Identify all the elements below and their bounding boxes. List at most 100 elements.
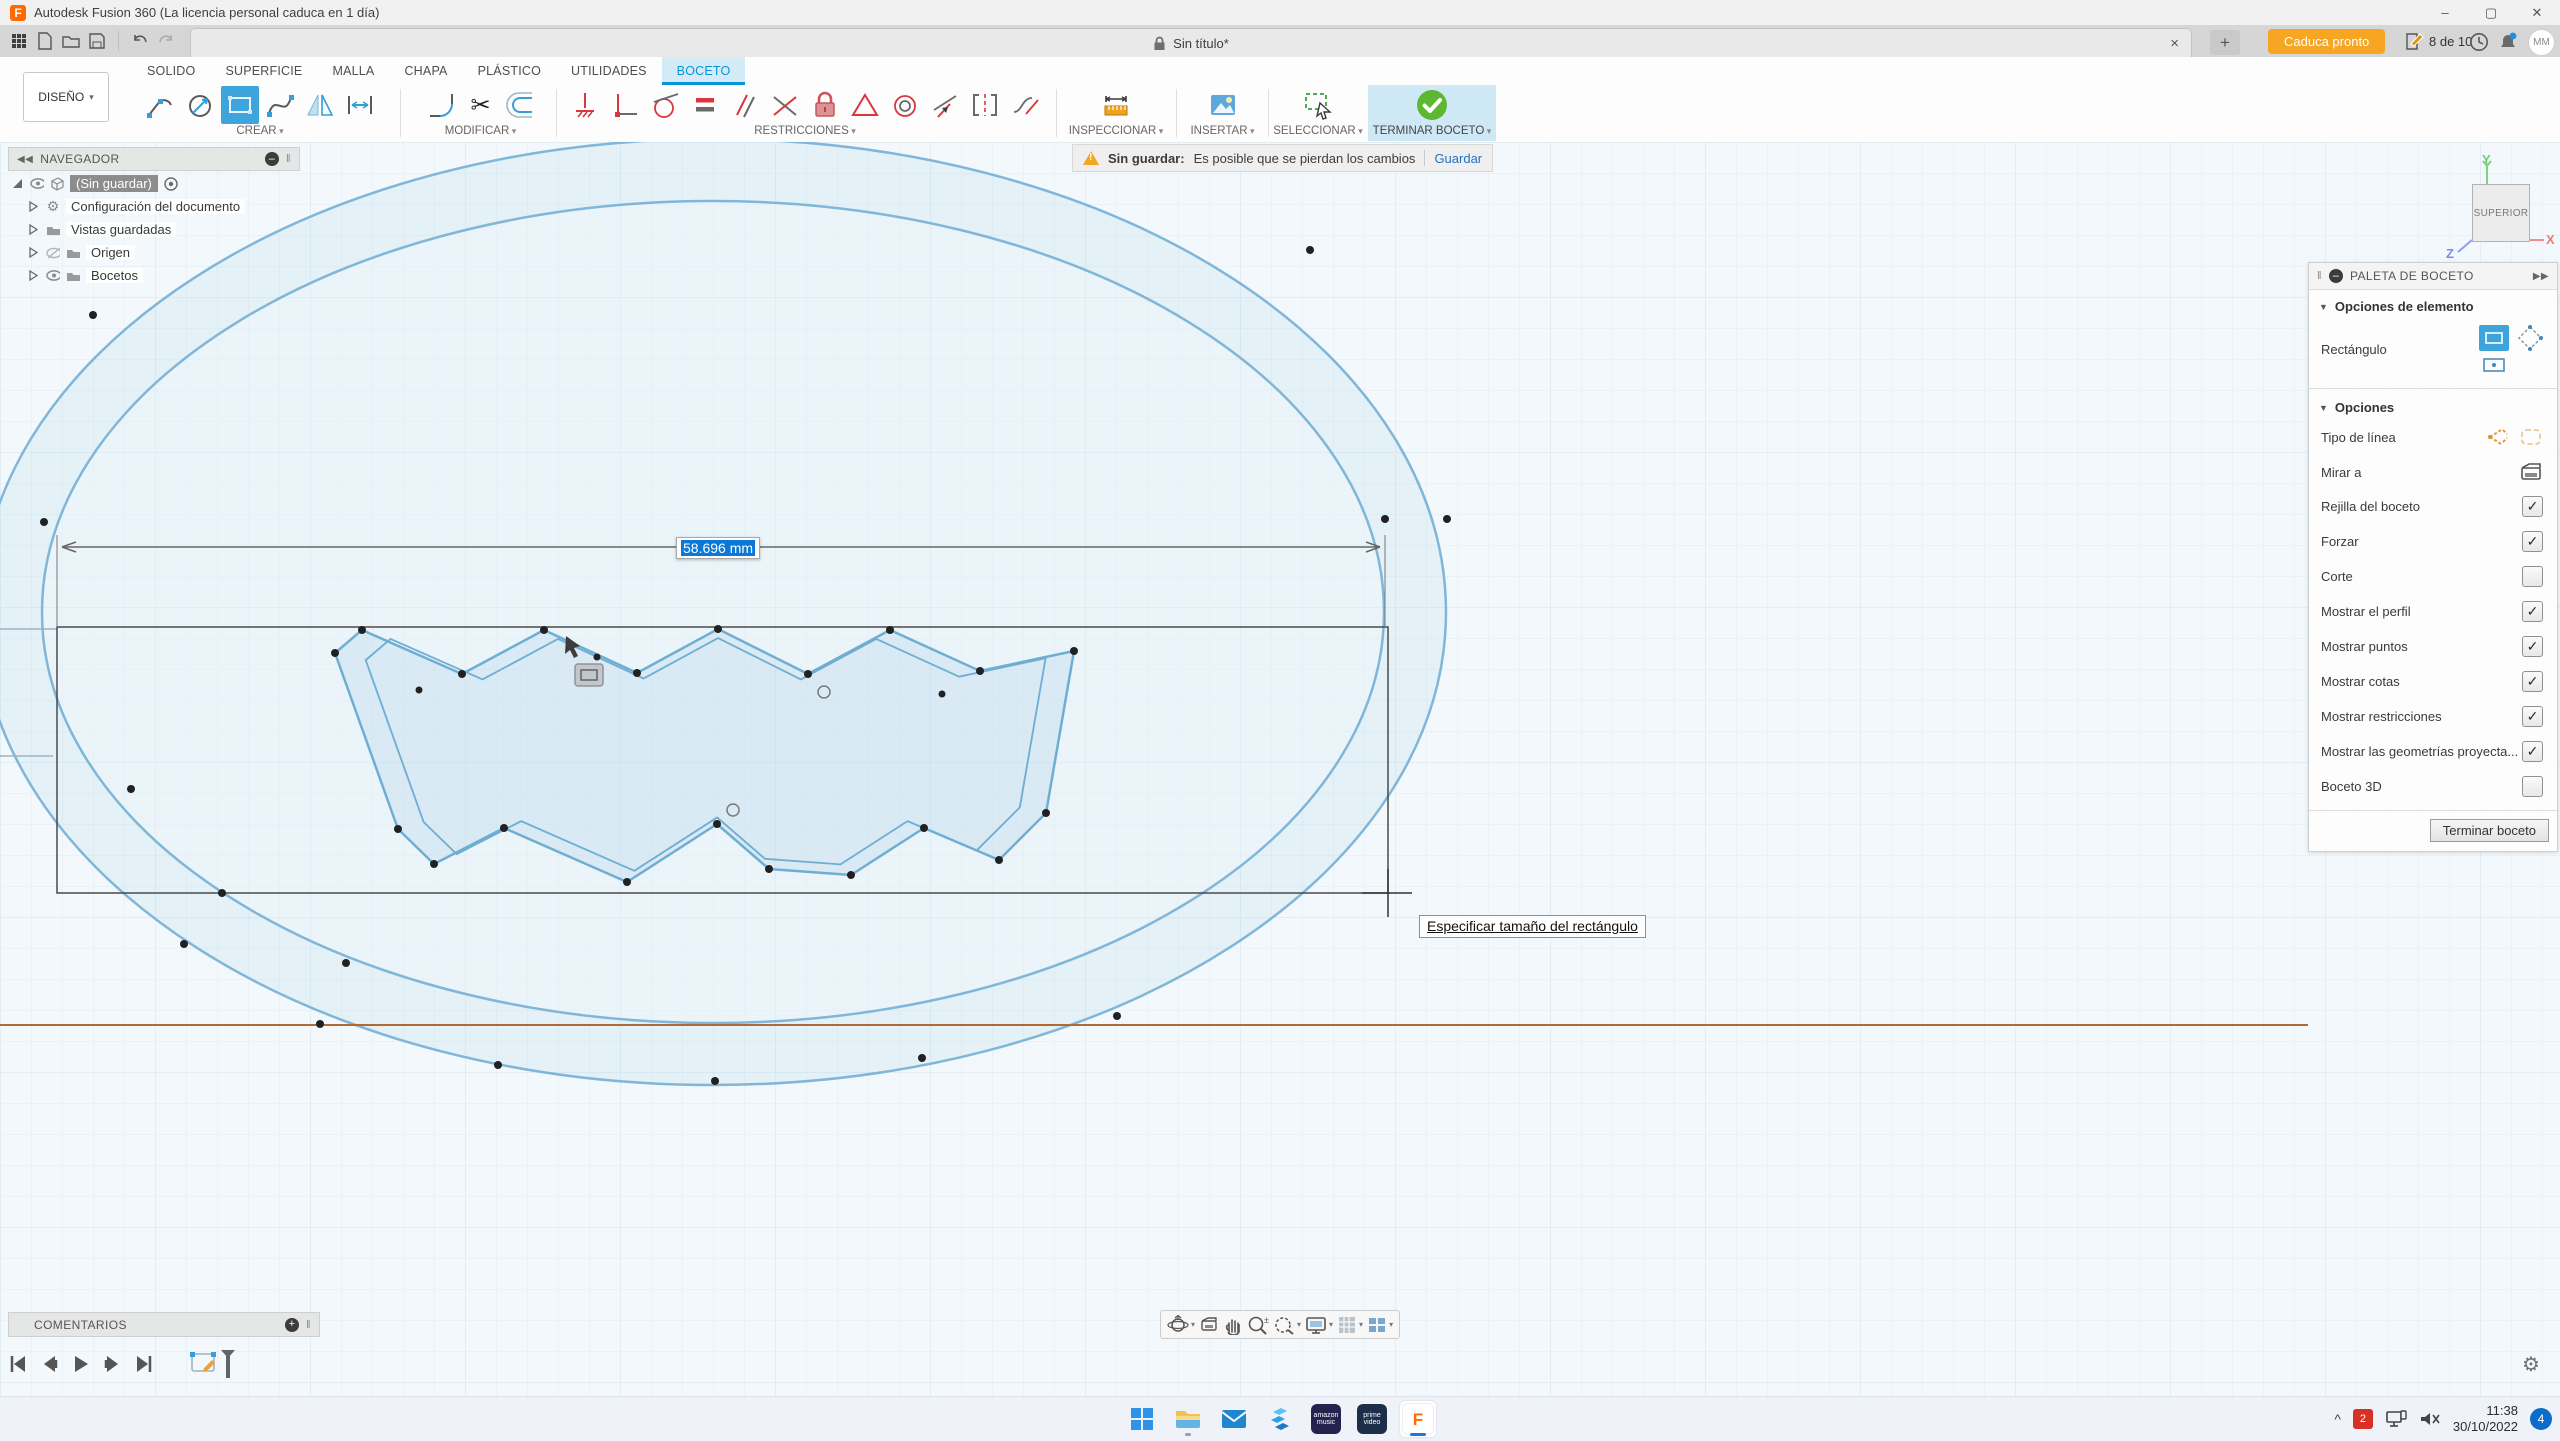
fit-icon[interactable]: ▾ [1273,1315,1301,1335]
display-settings-icon[interactable]: ▾ [1305,1315,1333,1335]
checkbox[interactable]: ✓ [2522,531,2543,552]
checkbox[interactable]: ✓ [2522,706,2543,727]
collapse-right-icon[interactable]: ▶▶ [2533,271,2549,282]
checkbox[interactable]: ✓ [2522,671,2543,692]
skip-end-icon[interactable] [136,1354,154,1374]
rectangle-tool-icon[interactable] [221,86,259,124]
tray-app-badge[interactable]: 2 [2353,1409,2373,1429]
panel-grip[interactable]: ‖ [2317,270,2322,282]
taskbar-clock[interactable]: 11:38 30/10/2022 [2453,1403,2518,1436]
license-expire-button[interactable]: Caduca pronto [2268,29,2385,54]
fusion360-taskbar-icon[interactable]: F [1400,1401,1436,1437]
blue-blocks-app-icon[interactable] [1262,1401,1298,1437]
sketch-canvas[interactable]: Sin guardar: Es posible que se pierdan l… [0,142,2560,1396]
group-terminar-boceto[interactable]: TERMINAR BOCETO [1368,85,1496,141]
avatar[interactable]: MM [2528,29,2555,56]
viewcube[interactable]: Y X Z SUPERIOR [2440,160,2555,260]
clock-icon[interactable] [2467,30,2490,53]
checkbox[interactable]: ✓ [2522,776,2543,797]
offset-tool-icon[interactable] [502,86,540,124]
section-options[interactable]: ▼Opciones [2309,391,2557,419]
app-grid-icon[interactable] [6,29,32,53]
constraint-parallel-icon[interactable] [726,86,764,124]
panel-plus-icon[interactable]: + [285,1318,299,1332]
tray-chevron-icon[interactable]: ^ [2334,1411,2341,1427]
zoom-icon[interactable]: ± [1247,1315,1269,1335]
mail-icon[interactable] [1216,1401,1252,1437]
collapse-arrow-icon[interactable] [26,247,40,258]
close-tab-icon[interactable]: × [2170,35,2179,52]
start-button[interactable] [1124,1401,1160,1437]
constraint-perpendicular-icon[interactable] [606,86,644,124]
panel-grip[interactable]: ‖ [286,153,291,165]
rectangle-center-icon[interactable] [2482,357,2506,373]
save-icon[interactable] [84,29,110,53]
notifications-bell-icon[interactable] [2496,30,2519,53]
construction-line-icon[interactable] [2487,426,2511,448]
tree-item-saved-views[interactable]: Vistas guardadas [26,218,245,241]
minimize-button[interactable]: – [2422,0,2468,25]
prime-video-icon[interactable]: primevideo [1354,1401,1390,1437]
tree-item-sketches[interactable]: Bocetos [26,264,245,287]
tab-boceto[interactable]: BOCETO [662,57,746,85]
palette-header[interactable]: ‖ – PALETA DE BOCETO ▶▶ [2309,263,2557,290]
constraint-concentric-icon[interactable] [886,86,924,124]
collapse-arrow-icon[interactable] [26,224,40,235]
measure-icon[interactable] [1097,86,1135,124]
eye-icon[interactable] [46,270,60,281]
viewports-icon[interactable]: ▾ [1367,1316,1393,1334]
viewcube-face-top[interactable]: SUPERIOR [2472,184,2530,242]
open-folder-icon[interactable] [58,29,84,53]
constraint-symmetry-icon[interactable] [966,86,1004,124]
redo-icon[interactable] [153,29,179,53]
notification-count-badge[interactable]: 4 [2530,1408,2552,1430]
volume-muted-icon[interactable] [2419,1411,2441,1427]
mirror-tool-icon[interactable] [301,86,339,124]
tab-solido[interactable]: SOLIDO [132,57,210,85]
tab-utilidades[interactable]: UTILIDADES [556,57,662,85]
finish-sketch-icon[interactable] [1413,86,1451,124]
timeline-marker[interactable] [190,1348,236,1380]
skip-start-icon[interactable] [8,1354,26,1374]
look-at-icon[interactable] [2519,462,2543,482]
preferences-gear-icon[interactable]: ⚙ [2522,1352,2540,1377]
constraint-collinear-icon[interactable] [926,86,964,124]
select-icon[interactable] [1299,86,1337,124]
step-back-icon[interactable] [40,1354,58,1374]
constraint-tangent-icon[interactable] [646,86,684,124]
eye-icon[interactable] [30,178,44,189]
collapse-left-icon[interactable]: ◀◀ [17,154,33,165]
checkbox[interactable]: ✓ [2522,566,2543,587]
constraint-equal-icon[interactable] [686,86,724,124]
constraint-curvature-icon[interactable] [1006,86,1044,124]
checkbox[interactable]: ✓ [2522,601,2543,622]
expand-icon[interactable] [10,178,24,189]
insert-image-icon[interactable] [1204,86,1242,124]
dimension-input[interactable]: 58.696 mm [676,537,760,559]
quota-indicator[interactable]: 8 de 10 [2405,29,2472,54]
activate-radio-icon[interactable] [164,177,178,191]
tab-malla[interactable]: MALLA [317,57,389,85]
orbit-icon[interactable]: ▾ [1167,1315,1195,1335]
pan-icon[interactable] [1223,1315,1243,1335]
tab-superficie[interactable]: SUPERFICIE [210,57,317,85]
tab-plastico[interactable]: PLÁSTICO [463,57,556,85]
play-icon[interactable] [72,1354,90,1374]
constraint-midpoint-icon[interactable] [766,86,804,124]
section-element-options[interactable]: ▼Opciones de elemento [2309,290,2557,318]
tree-item-doc-settings[interactable]: ⚙ Configuración del documento [26,195,245,218]
checkbox[interactable]: ✓ [2522,741,2543,762]
new-file-icon[interactable] [32,29,58,53]
file-explorer-icon[interactable] [1170,1401,1206,1437]
panel-minus-icon[interactable]: – [265,152,279,166]
grid-settings-icon[interactable]: ▾ [1337,1315,1363,1335]
line-tool-icon[interactable] [141,86,179,124]
document-tab[interactable]: Sin título* × [190,28,2192,58]
rectangle-2point-icon[interactable] [2479,325,2509,351]
save-link[interactable]: Guardar [1434,151,1482,166]
finish-sketch-button[interactable]: Terminar boceto [2430,819,2549,842]
look-at-icon[interactable] [1199,1316,1219,1334]
new-tab-button[interactable]: + [2210,30,2240,55]
step-forward-icon[interactable] [104,1354,122,1374]
checkbox[interactable]: ✓ [2522,636,2543,657]
